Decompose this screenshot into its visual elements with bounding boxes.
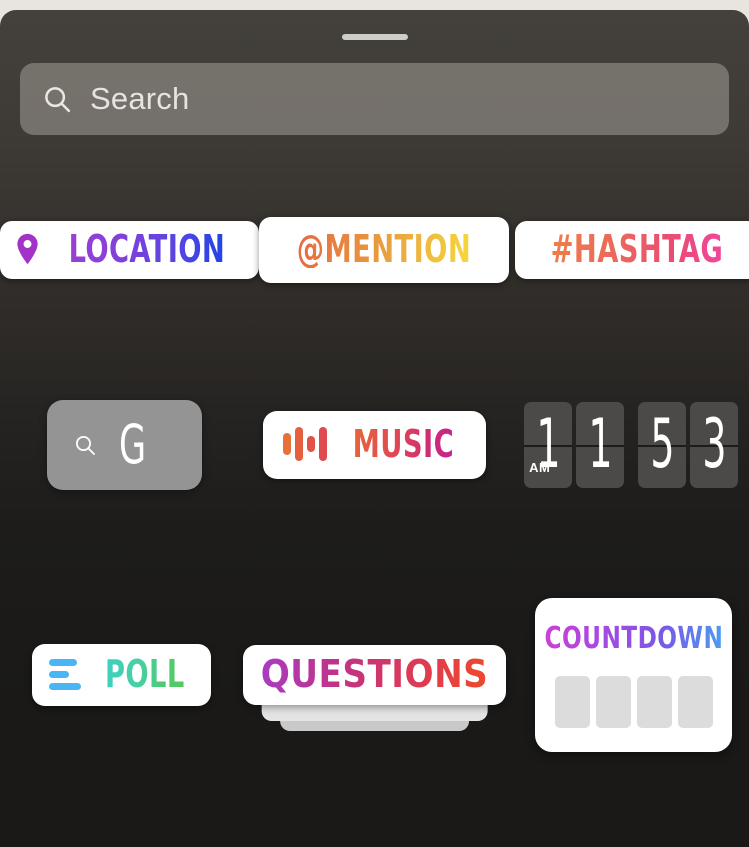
- sticker-time[interactable]: AM 1 1 5 3: [524, 402, 738, 488]
- search-icon: [73, 433, 97, 457]
- clock-tile: 5: [638, 402, 686, 488]
- sticker-gif-label: G: [119, 418, 146, 472]
- sticker-hashtag[interactable]: #HASHTAG: [515, 221, 749, 279]
- sticker-cell-gif: G: [0, 400, 250, 490]
- sticker-hashtag-label: #HASHTAG: [551, 230, 724, 268]
- clock-digit: 1: [588, 411, 612, 479]
- equalizer-icon: [283, 427, 327, 461]
- sticker-cell-poll: POLL: [0, 644, 243, 706]
- sticker-cell-mention: @MENTION: [259, 217, 509, 283]
- sticker-tray-sheet: Search LOCATION: [0, 10, 749, 847]
- clock-meridiem: AM: [529, 460, 550, 475]
- sticker-music[interactable]: MUSIC: [263, 411, 487, 479]
- sticker-cell-questions: QUESTIONS: [243, 645, 507, 705]
- sticker-location[interactable]: LOCATION: [0, 221, 259, 279]
- sticker-poll-label: POLL: [104, 655, 184, 693]
- sticker-cell-location: LOCATION: [0, 221, 259, 279]
- sticker-cell-music: MUSIC: [250, 411, 500, 479]
- sticker-row-2: G MUSIC AM 1: [0, 330, 749, 560]
- location-pin-icon: [14, 233, 41, 266]
- clock-tile: 1: [576, 402, 624, 488]
- countdown-placeholder-blocks: [555, 676, 713, 728]
- search-icon: [42, 84, 72, 114]
- screen-root: Search LOCATION: [0, 0, 749, 847]
- sticker-row-3: POLL QUESTIONS COUNTDOWN: [0, 560, 749, 790]
- sticker-music-label: MUSIC: [352, 425, 453, 463]
- poll-bars-icon: [49, 659, 81, 690]
- clock-digit: 5: [650, 411, 674, 479]
- clock-tile: AM 1: [524, 402, 572, 488]
- sticker-cell-time: AM 1 1 5 3: [499, 402, 749, 488]
- clock-tile: 3: [690, 402, 738, 488]
- search-input[interactable]: Search: [20, 63, 729, 135]
- clock-digit: 3: [702, 411, 726, 479]
- sticker-gif[interactable]: G: [47, 400, 202, 490]
- sheet-drag-handle[interactable]: [342, 34, 408, 40]
- sticker-mention-label: @MENTION: [297, 230, 471, 268]
- sticker-grid: LOCATION @MENTION #HASHTAG: [0, 170, 749, 790]
- sticker-questions-label: QUESTIONS: [261, 652, 489, 696]
- sticker-mention[interactable]: @MENTION: [259, 217, 509, 283]
- questions-card: QUESTIONS: [243, 645, 507, 705]
- sticker-cell-countdown: COUNTDOWN: [506, 598, 749, 752]
- sticker-countdown[interactable]: COUNTDOWN: [535, 598, 732, 752]
- sticker-poll[interactable]: POLL: [32, 644, 212, 706]
- sticker-countdown-label: COUNTDOWN: [544, 624, 723, 654]
- search-placeholder-text: Search: [90, 81, 189, 117]
- sticker-location-label: LOCATION: [69, 230, 226, 268]
- sticker-questions[interactable]: QUESTIONS: [243, 645, 507, 705]
- sticker-row-1: LOCATION @MENTION #HASHTAG: [0, 170, 749, 330]
- sticker-cell-hashtag: #HASHTAG: [509, 221, 749, 279]
